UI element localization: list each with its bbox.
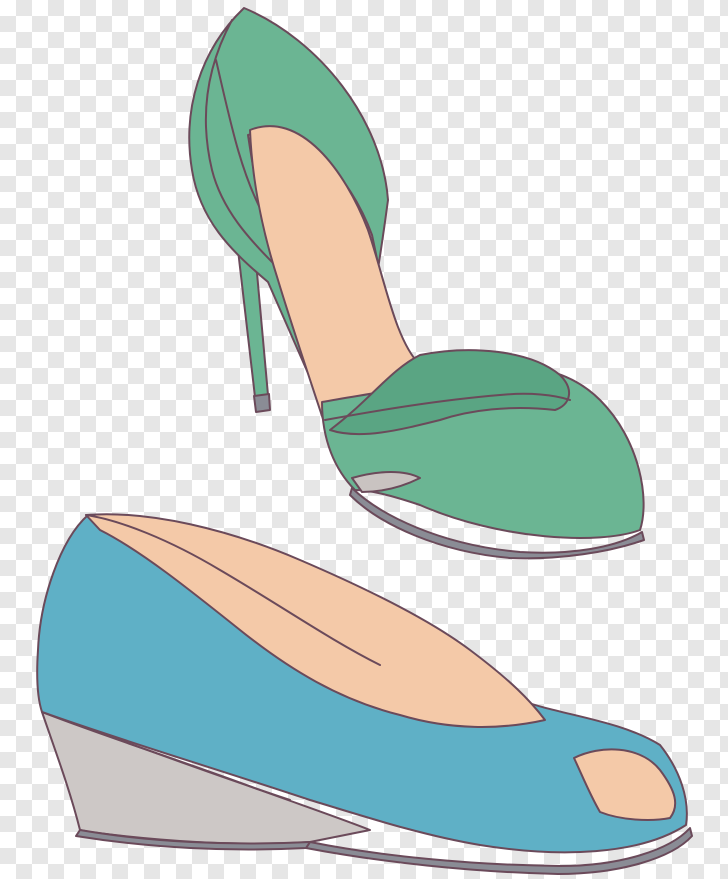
illustration-canvas [0,0,728,879]
blue-wedge-shoe [36,513,693,875]
shoes-illustration [36,7,693,875]
heel-tip [253,393,271,413]
green-pump-shoe [188,7,645,560]
